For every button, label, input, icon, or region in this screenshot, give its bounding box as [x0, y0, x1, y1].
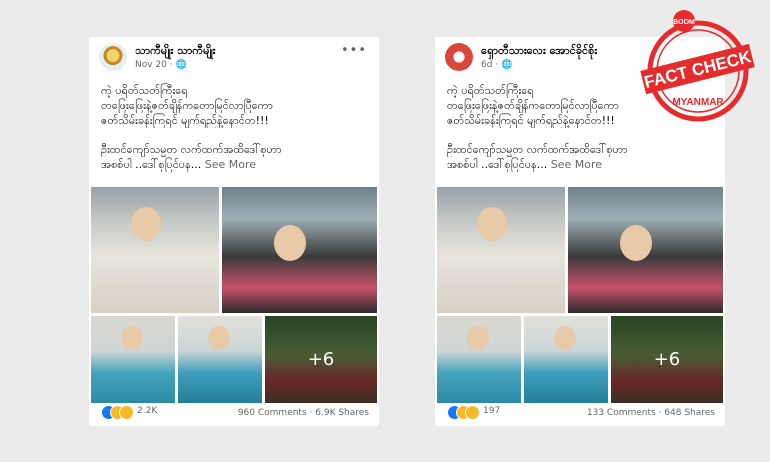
wow-reaction-icon	[119, 405, 134, 420]
post-text-line: ဦးထင်ကျော်သမ္မတ လက်ထက်အထိဒေါ်စုဟာ	[101, 143, 282, 156]
photo-more-overlay[interactable]: +6	[611, 316, 723, 403]
shares-count[interactable]: 648 Shares	[664, 408, 715, 418]
avatar[interactable]	[445, 43, 473, 71]
svg-text:MYANMAR: MYANMAR	[672, 97, 724, 108]
fact-check-stamp-logo: BOOM FACT CHECK MYANMAR	[640, 10, 755, 122]
post-text-line: ကဲ့ ပရိတ်သတ်ကြီးရေ	[101, 84, 188, 97]
photo-more-overlay[interactable]: +6	[265, 316, 377, 403]
reactions[interactable]: 197	[447, 405, 527, 420]
photo-man-on-plane[interactable]	[91, 187, 219, 313]
post-header: သာကီမျိုး သာကီမျိုး Nov 20 · 🌐 •••	[99, 43, 369, 77]
avatar[interactable]	[99, 43, 127, 71]
post-text-line: တဖြေးဖြေးနဲ့ဇတ်ချိန်ကတောမြင်လာပြီကော	[101, 99, 273, 112]
photo-woman-face-shield[interactable]	[91, 316, 175, 403]
see-more-link[interactable]: See More	[551, 158, 602, 171]
photo-woman-face-shield[interactable]	[524, 316, 608, 403]
post-text-line: ဦးထင်ကျော်သမ္မတ လက်ထက်အထိဒေါ်စုဟာ	[447, 143, 628, 156]
poster-name[interactable]: သာကီမျိုး သာကီမျိုး	[135, 44, 215, 60]
post-text-line: အစစ်ပါ ..ဒေါ်စုပြင်ပန... See More	[101, 158, 257, 171]
engagement-stats: 960 Comments · 6.9K Shares	[237, 408, 369, 418]
photo-woman-face-shield[interactable]	[178, 316, 262, 403]
photo-grid: +6	[91, 187, 377, 403]
shares-count[interactable]: 6.9K Shares	[315, 408, 369, 418]
wow-reaction-icon	[465, 405, 480, 420]
engagement-stats: 133 Comments · 648 Shares	[586, 408, 715, 418]
photo-woman-in-crowd[interactable]	[568, 187, 723, 313]
reaction-count: 2.2K	[137, 406, 158, 416]
photo-woman-face-shield[interactable]	[437, 316, 521, 403]
comments-count[interactable]: 960 Comments	[238, 408, 307, 418]
more-options-icon[interactable]: •••	[341, 43, 367, 58]
post-timestamp[interactable]: 6d · 🌐	[481, 60, 512, 70]
svg-text:BOOM: BOOM	[673, 19, 695, 26]
photo-man-on-plane[interactable]	[437, 187, 565, 313]
post-timestamp[interactable]: Nov 20 · 🌐	[135, 60, 187, 70]
post-text-line: ဇတ်သိမ်းခန်းကြရင် မျက်ရည်နဲ့နောင်တ!!!	[101, 114, 269, 127]
see-more-link[interactable]: See More	[205, 158, 256, 171]
post-text-line: အစစ်ပါ ..ဒေါ်စုပြင်ပန... See More	[447, 158, 603, 171]
post-text: ကဲ့ ပရိတ်သတ်ကြီးရေ တဖြေးဖြေးနဲ့ဇတ်ချိန်က…	[101, 83, 371, 172]
facebook-post-left: သာကီမျိုး သာကီမျိုး Nov 20 · 🌐 ••• ကဲ့ ပ…	[89, 37, 379, 426]
photo-woman-in-crowd[interactable]	[222, 187, 377, 313]
poster-name[interactable]: ရှောတီသားလေး အောင်ခိုင်စိုး	[481, 44, 597, 60]
more-photos-count[interactable]: +6	[611, 316, 723, 403]
comments-count[interactable]: 133 Comments	[587, 408, 656, 418]
reaction-count: 197	[483, 406, 501, 416]
reactions[interactable]: 2.2K	[101, 405, 181, 420]
photo-grid: +6	[437, 187, 723, 403]
more-photos-count[interactable]: +6	[265, 316, 377, 403]
